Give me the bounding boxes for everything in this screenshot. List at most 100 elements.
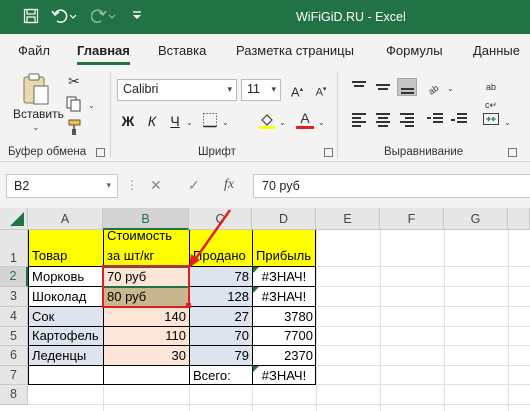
- cell-d4[interactable]: 3780: [252, 307, 316, 326]
- column-header-g[interactable]: G: [444, 208, 508, 230]
- merge-dropdown-icon[interactable]: ⌄: [504, 118, 511, 127]
- text-orientation-icon[interactable]: ab: [425, 78, 443, 97]
- format-painter-icon[interactable]: [65, 119, 83, 137]
- cell-a6[interactable]: Леденцы: [29, 346, 89, 365]
- tab-file[interactable]: Файл: [18, 43, 50, 58]
- cell-c3[interactable]: 128: [189, 287, 252, 306]
- cell-c7[interactable]: Всего:: [190, 366, 234, 385]
- cell-c6[interactable]: 79: [189, 346, 252, 365]
- row-header-8[interactable]: 8: [0, 385, 28, 405]
- clipboard-launcher-icon[interactable]: [96, 148, 105, 157]
- column-header-a[interactable]: A: [28, 208, 103, 230]
- font-launcher-icon[interactable]: [324, 148, 333, 157]
- alignment-launcher-icon[interactable]: [508, 148, 517, 157]
- font-name-select[interactable]: Calibri ▾: [117, 79, 237, 101]
- column-header-partial[interactable]: [508, 208, 530, 230]
- underline-dropdown-icon[interactable]: ⌄: [186, 118, 193, 127]
- tab-home[interactable]: Главная: [77, 43, 130, 65]
- tab-data[interactable]: Данные: [473, 43, 520, 58]
- merge-center-icon[interactable]: [482, 110, 500, 128]
- error-indicator-icon[interactable]: [253, 366, 259, 372]
- error-indicator-icon[interactable]: [253, 267, 259, 273]
- align-center-icon[interactable]: [373, 110, 393, 128]
- tab-formulas[interactable]: Формулы: [386, 43, 443, 58]
- tab-insert[interactable]: Вставка: [158, 43, 206, 58]
- cell-a1[interactable]: Товар: [29, 246, 70, 265]
- cell-c5[interactable]: 70: [189, 326, 252, 345]
- tab-page-layout[interactable]: Разметка страницы: [236, 43, 354, 58]
- cut-icon[interactable]: ✂: [65, 72, 83, 90]
- fill-color-icon[interactable]: [258, 112, 276, 130]
- row-header-5[interactable]: 5: [0, 327, 28, 346]
- underline-button[interactable]: Ч: [166, 110, 184, 132]
- align-left-icon[interactable]: [349, 110, 369, 128]
- paste-icon[interactable]: [22, 72, 50, 106]
- cell-d1[interactable]: Прибыль: [253, 246, 314, 265]
- fill-color-dropdown-icon[interactable]: ⌄: [279, 118, 286, 127]
- align-middle-icon[interactable]: [373, 78, 393, 96]
- svg-text:ab: ab: [427, 83, 441, 96]
- cell-d6[interactable]: 2370: [252, 346, 316, 365]
- align-bottom-icon[interactable]: [397, 78, 417, 96]
- highlight-box: [102, 265, 190, 308]
- cell-a2[interactable]: Морковь: [29, 267, 87, 286]
- orientation-dropdown-icon[interactable]: ⌄: [447, 84, 454, 93]
- row-header-1[interactable]: 1: [0, 230, 28, 267]
- font-name-value: Calibri: [123, 82, 159, 96]
- font-color-icon[interactable]: A: [296, 111, 314, 129]
- error-indicator-icon[interactable]: [253, 287, 259, 293]
- cell-a3[interactable]: Шоколад: [29, 287, 89, 306]
- customize-toolbar-icon[interactable]: [128, 8, 146, 26]
- cell-a5[interactable]: Картофель: [29, 326, 102, 345]
- column-header-d[interactable]: D: [252, 208, 316, 230]
- borders-dropdown-icon[interactable]: ⌄: [222, 118, 229, 127]
- cell-b4[interactable]: 140: [103, 307, 189, 326]
- name-box[interactable]: B2 ▾: [6, 174, 118, 198]
- copy-icon[interactable]: [65, 96, 83, 114]
- fill-handle[interactable]: [186, 303, 191, 308]
- paste-dropdown-icon[interactable]: ⌄: [32, 122, 40, 133]
- row-header-7[interactable]: 7: [0, 366, 28, 385]
- cell-b1-line1[interactable]: Стоимость: [104, 226, 175, 245]
- redo-icon[interactable]: [90, 8, 118, 26]
- cell-c4[interactable]: 27: [189, 307, 252, 326]
- cell-a4[interactable]: Сок: [29, 307, 57, 326]
- insert-function-icon[interactable]: fx: [224, 177, 234, 193]
- decrease-font-icon[interactable]: A▾: [312, 81, 330, 99]
- borders-icon[interactable]: [201, 112, 219, 130]
- row-header-4[interactable]: 4: [0, 307, 28, 327]
- column-header-e[interactable]: E: [316, 208, 380, 230]
- font-color-dropdown-icon[interactable]: ⌄: [318, 118, 325, 127]
- wrap-text-icon[interactable]: ab c↵: [482, 78, 500, 110]
- copy-dropdown-icon[interactable]: ⌄: [88, 101, 95, 110]
- decrease-indent-icon[interactable]: [425, 110, 445, 128]
- align-right-icon[interactable]: [397, 110, 417, 128]
- enter-icon[interactable]: ✓: [188, 177, 200, 194]
- cell-d5[interactable]: 7700: [252, 326, 316, 345]
- row-header-6[interactable]: 6: [0, 346, 28, 366]
- cancel-icon[interactable]: ✕: [150, 177, 162, 194]
- cell-d2[interactable]: #ЗНАЧ!: [252, 267, 316, 286]
- increase-indent-icon[interactable]: [449, 110, 469, 128]
- row-header-3[interactable]: 3: [0, 287, 28, 307]
- align-top-icon[interactable]: [349, 78, 369, 96]
- cell-b5[interactable]: 110: [103, 326, 189, 345]
- cell-b6[interactable]: 30: [103, 346, 189, 365]
- save-icon[interactable]: [22, 8, 40, 26]
- increase-font-icon[interactable]: A▴: [288, 81, 306, 99]
- cell-d3[interactable]: #ЗНАЧ!: [252, 287, 316, 306]
- undo-icon[interactable]: [50, 8, 78, 26]
- arrow-annotation-icon: [189, 209, 232, 268]
- font-size-select[interactable]: 11 ▾: [241, 79, 281, 101]
- worksheet-grid[interactable]: A B C D E F G 1 2 3 4 5 6 7 8 Товар Стои…: [0, 208, 530, 411]
- paste-button-label[interactable]: Вставить: [13, 107, 64, 121]
- italic-button[interactable]: К: [143, 110, 161, 132]
- more-icon[interactable]: ⋮: [126, 178, 139, 192]
- font-group-label: Шрифт: [198, 146, 236, 158]
- bold-button[interactable]: Ж: [119, 110, 137, 132]
- column-header-f[interactable]: F: [380, 208, 444, 230]
- formula-input[interactable]: 70 руб: [253, 174, 530, 198]
- cell-d7[interactable]: #ЗНАЧ!: [252, 366, 316, 385]
- select-all-button[interactable]: [0, 208, 28, 230]
- row-header-2[interactable]: 2: [0, 267, 28, 287]
